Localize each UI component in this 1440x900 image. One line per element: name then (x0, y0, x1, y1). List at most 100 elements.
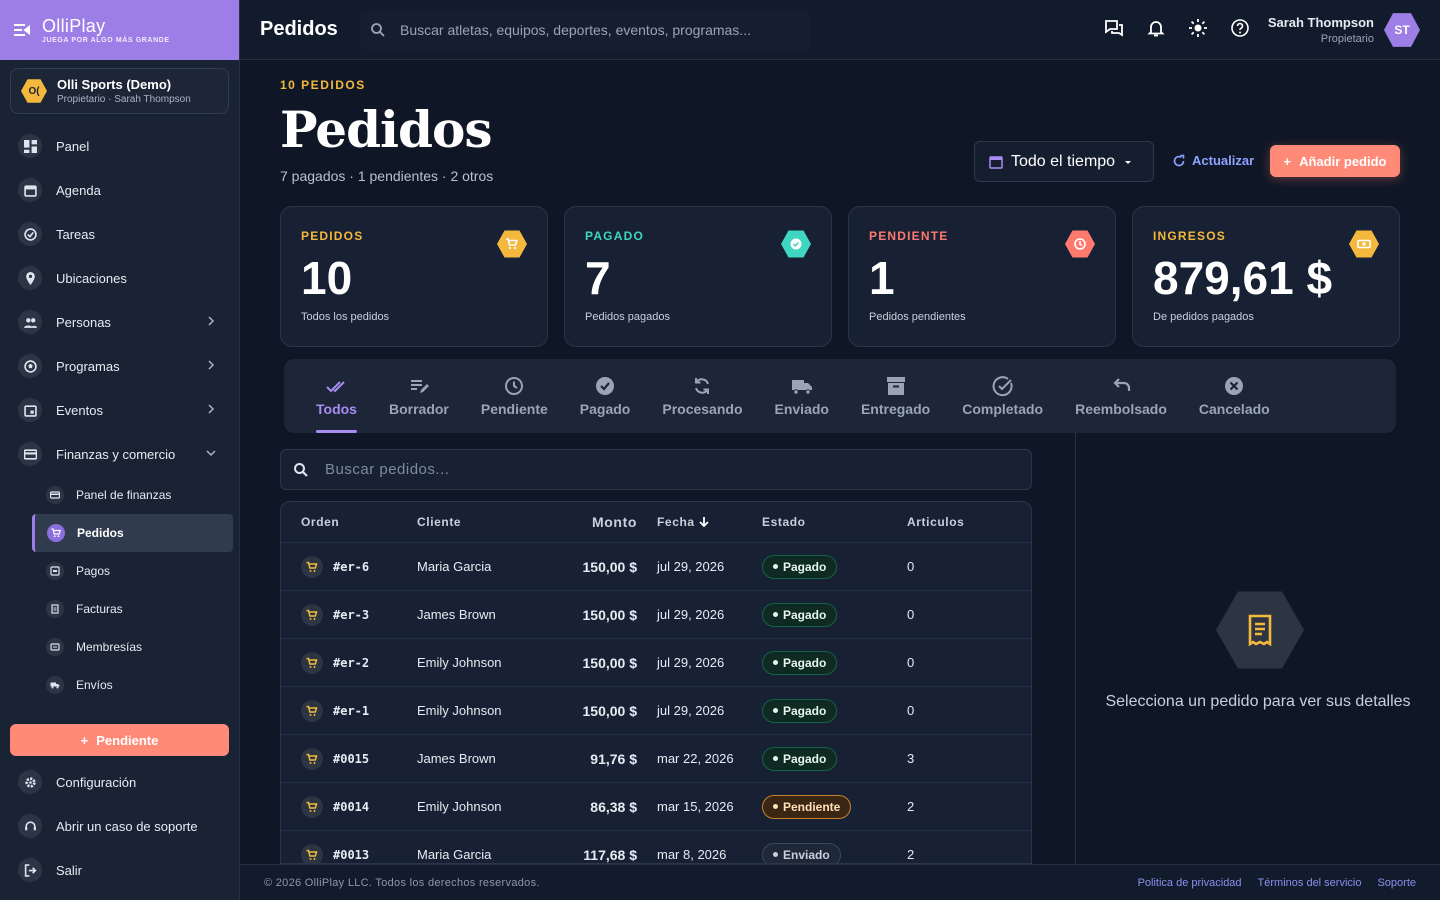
sidebar-subitem-finance-panel[interactable]: Panel de finanzas (0, 476, 239, 514)
tab-all[interactable]: Todos (300, 359, 373, 433)
table-row[interactable]: #er-3 James Brown 150,00 $ jul 29, 2026 Paga… (281, 590, 1031, 638)
archive-icon (886, 377, 905, 395)
order-items: 2 (907, 847, 915, 862)
privacy-link[interactable]: Politica de privacidad (1138, 877, 1242, 889)
order-amount: 150,00 $ (582, 702, 638, 719)
plus-icon: + (80, 732, 89, 748)
org-sub: Propietario · Sarah Thompson (57, 94, 191, 105)
table-row[interactable]: #er-1 Emily Johnson 150,00 $ jul 29, 2026 Pa… (281, 686, 1031, 734)
user-role: Propietario (1320, 33, 1374, 45)
stat-label: PENDIENTE (869, 229, 949, 243)
tab-draft[interactable]: Borrador (373, 359, 465, 433)
detail-divider (1075, 433, 1076, 864)
help-icon[interactable] (1230, 18, 1250, 38)
order-date: mar 22, 2026 (657, 751, 734, 766)
dashboard-icon (18, 134, 42, 158)
orders-table: Orden Cliente Monto Fecha Estado Articul… (280, 501, 1032, 864)
column-amount[interactable]: Monto (577, 514, 637, 530)
sidebar-subitem-orders[interactable]: Pedidos (32, 514, 233, 552)
global-search-input[interactable]: Buscar atletas, equipos, deportes, event… (360, 9, 810, 50)
terms-link[interactable]: Términos del servicio (1258, 877, 1362, 889)
sidebar-item-ubicaciones[interactable]: Ubicaciones (0, 256, 239, 300)
column-date[interactable]: Fecha (637, 515, 762, 529)
sidebar-item-label: Finanzas y comercio (56, 446, 176, 462)
tab-label: Reembolsado (1075, 401, 1167, 417)
sidebar-subitem-label: Pagos (76, 564, 111, 578)
order-amount: 86,38 $ (590, 798, 637, 815)
column-client[interactable]: Cliente (417, 515, 577, 529)
sidebar-subitem-label: Envíos (76, 678, 113, 692)
gear-icon (18, 770, 42, 794)
order-client: Emily Johnson (417, 703, 502, 718)
table-row[interactable]: #er-2 Emily Johnson 150,00 $ jul 29, 2026 Pa… (281, 638, 1031, 686)
support-link[interactable]: Soporte (1377, 877, 1416, 889)
avatar[interactable]: ST (1384, 13, 1420, 47)
column-date-label: Fecha (657, 515, 695, 529)
sidebar-subitem-shipping[interactable]: Envíos (0, 666, 239, 704)
people-icon (18, 310, 42, 334)
order-date: mar 15, 2026 (657, 799, 734, 814)
tab-delivered[interactable]: Entregado (845, 359, 946, 433)
refresh-button[interactable]: Actualizar (1172, 153, 1254, 168)
sidebar-subitem-label: Membresías (76, 640, 143, 654)
column-order[interactable]: Orden (281, 515, 417, 529)
sidebar: OlliPlay JUEGA POR ALGO MÁS GRANDE O( Ol… (0, 0, 240, 900)
order-amount: 150,00 $ (582, 654, 638, 671)
sun-icon[interactable] (1188, 18, 1208, 38)
order-items: 0 (907, 607, 915, 622)
orders-search-input[interactable]: Buscar pedidos... (280, 449, 1032, 490)
sidebar-item-settings[interactable]: Configuración (0, 760, 240, 804)
column-status[interactable]: Estado (762, 515, 907, 529)
order-items: 0 (907, 703, 915, 718)
sidebar-subitem-invoices[interactable]: Facturas (0, 590, 239, 628)
sidebar-item-support[interactable]: Abrir un caso de soporte (0, 804, 240, 848)
sidebar-subitem-payments[interactable]: Pagos (0, 552, 239, 590)
order-amount: 150,00 $ (582, 606, 638, 623)
sidebar-item-eventos[interactable]: Eventos (0, 388, 239, 432)
chat-icon[interactable] (1104, 18, 1124, 38)
sidebar-item-agenda[interactable]: Agenda (0, 168, 239, 212)
brand-name[interactable]: OlliPlay (42, 17, 170, 35)
column-items[interactable]: Articulos (907, 515, 1007, 529)
order-client: Maria Garcia (417, 847, 492, 862)
stat-card-orders: PEDIDOS 10 Todos los pedidos (280, 206, 548, 347)
table-row[interactable]: #0014 Emily Johnson 86,38 $ mar 15, 2026 Pen… (281, 782, 1031, 830)
user-menu[interactable]: Sarah Thompson Propietario ST (1268, 12, 1420, 48)
tab-paid[interactable]: Pagado (564, 359, 647, 433)
sidebar-subitem-label: Panel de finanzas (76, 488, 172, 502)
sidebar-item-logout[interactable]: Salir (0, 848, 240, 892)
user-name: Sarah Thompson (1267, 15, 1374, 30)
sidebar-item-finanzas[interactable]: Finanzas y comercio (0, 432, 239, 476)
tab-label: Completado (962, 401, 1044, 417)
add-order-button[interactable]: + Añadir pedido (1270, 145, 1400, 177)
tab-shipped[interactable]: Enviado (759, 359, 845, 433)
sidebar-item-personas[interactable]: Personas (0, 300, 239, 344)
pending-button[interactable]: + Pendiente (10, 724, 229, 756)
org-switcher[interactable]: O( Olli Sports (Demo) Propietario · Sara… (10, 68, 229, 114)
topbar-actions (1104, 18, 1250, 38)
order-amount: 150,00 $ (582, 558, 638, 575)
sidebar-item-label: Agenda (56, 182, 101, 198)
menu-collapse-icon[interactable] (12, 20, 32, 40)
tab-processing[interactable]: Procesando (646, 359, 758, 433)
sidebar-item-panel[interactable]: Panel (0, 124, 239, 168)
credit-card-icon (18, 442, 42, 466)
sidebar-item-programas[interactable]: Programas (0, 344, 239, 388)
date-range-value: Todo el tiempo (1011, 152, 1116, 170)
sidebar-item-label: Programas (56, 358, 120, 374)
page-title: Pedidos (280, 100, 492, 159)
table-row[interactable]: #er-6 Maria Garcia 150,00 $ jul 29, 2026 Pag… (281, 542, 1031, 590)
sidebar-item-tareas[interactable]: Tareas (0, 212, 239, 256)
tab-refunded[interactable]: Reembolsado (1059, 359, 1183, 433)
tab-cancelled[interactable]: Cancelado (1183, 359, 1286, 433)
tab-label: Pendiente (480, 401, 548, 417)
date-range-select[interactable]: Todo el tiempo (974, 141, 1154, 182)
order-date: jul 29, 2026 (657, 607, 725, 622)
tab-completed[interactable]: Completado (946, 359, 1059, 433)
bell-icon[interactable] (1146, 18, 1166, 38)
tab-pending[interactable]: Pendiente (465, 359, 564, 433)
truck-icon (791, 380, 812, 395)
sidebar-subitem-memberships[interactable]: Membresías (0, 628, 239, 666)
table-row[interactable]: #0015 James Brown 91,76 $ mar 22, 2026 Pagad… (281, 734, 1031, 782)
table-row[interactable]: #0013 Maria Garcia 117,68 $ mar 8, 2026 Envi… (281, 830, 1031, 863)
